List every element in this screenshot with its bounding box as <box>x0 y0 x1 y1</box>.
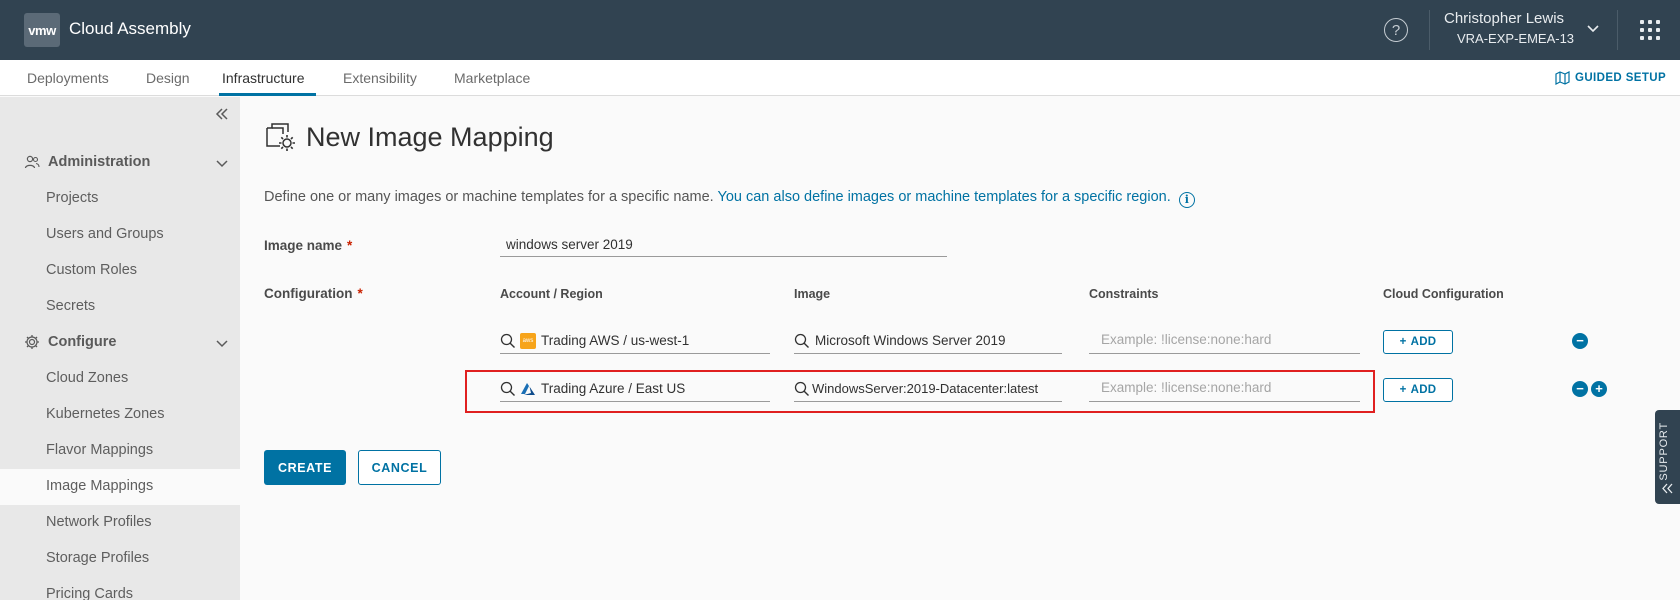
app-header: vmw Cloud Assembly ? Christopher Lewis V… <box>0 0 1680 60</box>
active-tab-indicator <box>219 93 316 96</box>
add-cloud-config-button[interactable]: + ADD <box>1383 330 1453 354</box>
remove-row-icon[interactable]: − <box>1572 381 1588 397</box>
sidebar-item-flavor-mappings[interactable]: Flavor Mappings <box>46 442 153 458</box>
map-icon <box>1555 71 1570 85</box>
support-label: SUPPORT <box>1658 422 1670 481</box>
sidebar-item-secrets[interactable]: Secrets <box>46 298 95 314</box>
required-mark: * <box>347 238 353 253</box>
column-constraints: Constraints <box>1089 287 1159 301</box>
aws-icon: aws <box>520 332 536 349</box>
region-mapping-link[interactable]: You can also define images or machine te… <box>718 189 1171 205</box>
remove-row-icon[interactable]: − <box>1572 333 1588 349</box>
header-divider <box>1617 10 1618 50</box>
sidebar-section-label: Configure <box>48 334 117 350</box>
add-row-icon[interactable]: + <box>1591 381 1607 397</box>
tab-design[interactable]: Design <box>146 70 190 86</box>
sidebar-item-custom-roles[interactable]: Custom Roles <box>46 262 137 278</box>
chevron-down-icon[interactable] <box>1585 20 1601 36</box>
image-value: Microsoft Windows Server 2019 <box>815 333 1006 348</box>
sidebar-item-storage-profiles[interactable]: Storage Profiles <box>46 550 149 566</box>
vmware-logo[interactable]: vmw <box>24 13 60 47</box>
collapse-left-icon <box>1662 483 1673 494</box>
top-navigation: Deployments Design Infrastructure Extens… <box>0 60 1680 96</box>
apps-grid-icon[interactable] <box>1640 20 1660 40</box>
users-icon <box>24 155 40 169</box>
image-mapping-icon <box>266 123 295 151</box>
column-image: Image <box>794 287 831 301</box>
add-cloud-config-button[interactable]: + ADD <box>1383 378 1453 402</box>
plus-icon: + <box>1399 384 1407 396</box>
search-icon <box>794 333 809 348</box>
info-icon[interactable]: i <box>1178 191 1195 208</box>
sidebar-item-kubernetes-zones[interactable]: Kubernetes Zones <box>46 406 165 422</box>
guided-setup-link[interactable]: GUIDED SETUP <box>1555 71 1666 85</box>
search-icon <box>500 333 515 348</box>
image-name-input[interactable]: windows server 2019 <box>500 235 947 257</box>
account-region-value: Trading AWS / us-west-1 <box>541 333 690 348</box>
create-button[interactable]: CREATE <box>264 450 346 485</box>
sidebar-item-users-and-groups[interactable]: Users and Groups <box>46 226 164 242</box>
sidebar-item-projects[interactable]: Projects <box>46 190 98 206</box>
column-cloud-configuration: Cloud Configuration <box>1383 287 1504 301</box>
help-icon[interactable]: ? <box>1384 18 1408 42</box>
description-text: Define one or many images or machine tem… <box>264 189 714 205</box>
constraints-input[interactable]: Example: !license:none:hard <box>1089 328 1360 354</box>
chevron-down-icon[interactable] <box>214 155 230 171</box>
sidebar-section-administration[interactable]: Administration <box>24 154 150 170</box>
guided-setup-label: GUIDED SETUP <box>1575 72 1667 84</box>
cancel-button[interactable]: CANCEL <box>358 450 441 485</box>
sidebar-item-cloud-zones[interactable]: Cloud Zones <box>46 370 128 386</box>
tab-deployments[interactable]: Deployments <box>27 70 109 86</box>
gear-icon <box>25 335 39 349</box>
image-field[interactable]: Microsoft Windows Server 2019 <box>794 328 1062 354</box>
sidebar-section-label: Administration <box>48 154 151 170</box>
collapse-sidebar-icon[interactable] <box>214 106 230 122</box>
header-divider <box>1429 10 1430 50</box>
column-account-region: Account / Region <box>500 287 603 301</box>
app-title[interactable]: Cloud Assembly <box>69 19 191 39</box>
tab-marketplace[interactable]: Marketplace <box>454 70 530 86</box>
support-tab[interactable]: SUPPORT <box>1655 410 1680 504</box>
required-mark: * <box>357 286 363 301</box>
sidebar-item-network-profiles[interactable]: Network Profiles <box>46 514 152 530</box>
tab-extensibility[interactable]: Extensibility <box>343 70 417 86</box>
page-description: Define one or many images or machine tem… <box>264 189 1195 208</box>
tab-infrastructure[interactable]: Infrastructure <box>222 70 304 86</box>
account-region-field[interactable]: aws Trading AWS / us-west-1 <box>500 328 770 354</box>
highlight-box <box>465 370 1375 413</box>
user-name[interactable]: Christopher Lewis <box>1444 10 1564 27</box>
image-name-label: Image name * <box>264 238 353 253</box>
page-title: New Image Mapping <box>306 122 554 152</box>
sidebar-item-pricing-cards[interactable]: Pricing Cards <box>46 586 133 600</box>
configuration-label: Configuration * <box>264 286 363 301</box>
user-org[interactable]: VRA-EXP-EMEA-13 <box>1457 31 1574 46</box>
sidebar-item-image-mappings[interactable]: Image Mappings <box>46 478 153 494</box>
chevron-down-icon[interactable] <box>214 335 230 351</box>
sidebar: Administration Projects Users and Groups… <box>0 97 240 600</box>
plus-icon: + <box>1399 336 1407 348</box>
sidebar-section-configure[interactable]: Configure <box>24 334 116 350</box>
